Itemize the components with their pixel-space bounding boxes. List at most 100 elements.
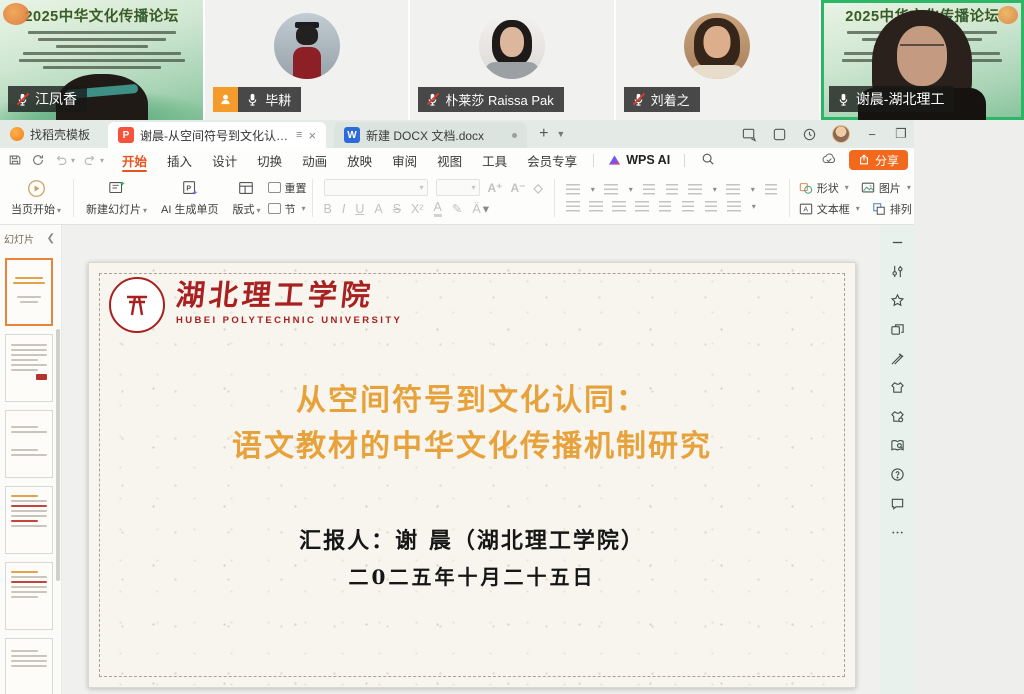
indent-left-icon[interactable] bbox=[682, 201, 694, 212]
shapes-button[interactable]: 形状▾ bbox=[799, 180, 849, 196]
comment-bubble-icon[interactable] bbox=[890, 496, 905, 511]
play-from-current-button[interactable]: 当页开始▾ bbox=[4, 179, 68, 217]
menu-home[interactable]: 开始 bbox=[112, 148, 157, 172]
collapse-panel-icon[interactable]: ❮ bbox=[47, 233, 55, 244]
new-tab-button[interactable]: + bbox=[539, 126, 548, 142]
tab-document[interactable]: W 新建 DOCX 文档.docx bbox=[334, 122, 527, 148]
dictionary-search-icon[interactable] bbox=[890, 438, 905, 453]
slide-thumbnail-1[interactable] bbox=[5, 258, 53, 326]
ai-generate-page-button[interactable]: P AI 生成单页 bbox=[154, 179, 225, 217]
layout-button[interactable]: 版式▾ bbox=[225, 179, 267, 217]
participant-tile-2[interactable]: 毕耕 bbox=[205, 0, 408, 120]
cloud-sync-icon[interactable] bbox=[821, 152, 837, 168]
text-direction-icon[interactable] bbox=[688, 184, 702, 195]
tab-close-icon[interactable]: × bbox=[308, 128, 316, 143]
undo-chevron-icon[interactable]: ▾ bbox=[71, 156, 75, 165]
increase-font-icon[interactable]: A⁺ bbox=[488, 181, 503, 195]
slide-thumbnail-4[interactable] bbox=[5, 486, 53, 554]
menu-tools[interactable]: 工具 bbox=[472, 148, 517, 172]
menu-insert[interactable]: 插入 bbox=[157, 148, 202, 172]
screenshot-icon[interactable] bbox=[742, 127, 757, 142]
wps-ai-button[interactable]: WPS AI bbox=[600, 153, 678, 167]
justify-icon[interactable] bbox=[635, 201, 649, 212]
tab-presentation[interactable]: P 谢晨-从空间符号到文化认同： ≡ × bbox=[108, 122, 326, 148]
columns-icon[interactable] bbox=[659, 201, 671, 212]
menu-view[interactable]: 视图 bbox=[427, 148, 472, 172]
properties-sliders-icon[interactable] bbox=[890, 264, 905, 279]
collapse-strip-icon[interactable] bbox=[890, 235, 905, 250]
strikethrough-button[interactable]: S bbox=[393, 202, 401, 216]
decrease-indent-icon[interactable] bbox=[643, 184, 655, 195]
char-shadow-button[interactable]: A bbox=[374, 202, 382, 216]
align-center-icon[interactable] bbox=[589, 201, 603, 212]
font-size-select[interactable] bbox=[436, 179, 480, 196]
slide-thumbnail-5[interactable] bbox=[5, 562, 53, 630]
slide-thumbnail-6[interactable] bbox=[5, 638, 53, 694]
align-left-icon[interactable] bbox=[566, 201, 580, 212]
layout-frame-icon[interactable] bbox=[772, 127, 787, 142]
slide-canvas[interactable]: 湖北理工学院 HUBEI POLYTECHNIC UNIVERSITY 从空间符… bbox=[62, 225, 880, 694]
underline-button[interactable]: U bbox=[355, 202, 364, 216]
clear-format-icon[interactable]: ◇ bbox=[534, 181, 543, 195]
phonetic-guide-button[interactable]: Ä▾ bbox=[472, 201, 489, 216]
convert-smartart-icon[interactable] bbox=[765, 184, 777, 195]
indent-right-icon[interactable] bbox=[705, 201, 717, 212]
distribute-icon[interactable] bbox=[727, 201, 741, 212]
undo-icon[interactable] bbox=[54, 153, 68, 167]
sync-icon[interactable] bbox=[31, 153, 45, 167]
university-seal-icon bbox=[109, 277, 165, 333]
slide-thumbnail-2[interactable] bbox=[5, 334, 53, 402]
italic-button[interactable]: I bbox=[342, 202, 345, 216]
favorites-star-icon[interactable] bbox=[890, 293, 905, 308]
search-icon[interactable] bbox=[701, 152, 715, 169]
poster-flower-decoration bbox=[3, 3, 29, 25]
new-slide-button[interactable]: 新建幻灯片▾ bbox=[79, 179, 154, 217]
thumbnail-scrollbar[interactable] bbox=[56, 329, 60, 581]
participant-tile-3[interactable]: 朴莱莎 Raissa Pak bbox=[410, 0, 613, 120]
menu-member[interactable]: 会员专享 bbox=[517, 148, 587, 172]
more-icon[interactable] bbox=[890, 525, 905, 540]
tab-list-chevron-icon[interactable]: ▼ bbox=[556, 129, 565, 139]
user-avatar[interactable] bbox=[832, 125, 850, 143]
numbered-list-icon[interactable] bbox=[604, 184, 618, 195]
bullet-list-icon[interactable] bbox=[566, 184, 580, 195]
window-restore-icon[interactable]: ❐ bbox=[894, 126, 908, 142]
tab-menu-icon[interactable]: ≡ bbox=[296, 129, 302, 141]
increase-indent-icon[interactable] bbox=[666, 184, 678, 195]
highlight-color-button[interactable]: ✎ bbox=[452, 201, 462, 216]
quickbar-chevron-icon[interactable]: ▾ bbox=[100, 156, 104, 165]
textbox-button[interactable]: A 文本框▾ bbox=[799, 201, 860, 217]
reset-button[interactable]: 重置 bbox=[268, 180, 307, 196]
shapes-panel-icon[interactable] bbox=[890, 322, 905, 337]
participant-name: 朴莱莎 Raissa Pak bbox=[445, 90, 553, 109]
theme-clothes-icon[interactable] bbox=[890, 380, 905, 395]
superscript-button[interactable]: X² bbox=[411, 202, 424, 216]
menu-slideshow[interactable]: 放映 bbox=[337, 148, 382, 172]
menu-transition[interactable]: 切换 bbox=[247, 148, 292, 172]
align-right-icon[interactable] bbox=[612, 201, 626, 212]
menu-review[interactable]: 审阅 bbox=[382, 148, 427, 172]
skin-clothes-icon[interactable] bbox=[890, 409, 905, 424]
menu-animation[interactable]: 动画 bbox=[292, 148, 337, 172]
material-brush-icon[interactable] bbox=[890, 351, 905, 366]
menu-design[interactable]: 设计 bbox=[202, 148, 247, 172]
participant-tile-5-active[interactable]: 2025中华文化传播论坛 谢晨-湖北理工 bbox=[821, 0, 1024, 120]
line-spacing-icon[interactable] bbox=[726, 184, 740, 195]
participant-tile-4[interactable]: 刘着之 bbox=[616, 0, 819, 120]
decrease-font-icon[interactable]: A⁻ bbox=[511, 181, 526, 195]
window-minimize-icon[interactable]: − bbox=[865, 127, 879, 142]
font-name-select[interactable] bbox=[324, 179, 428, 196]
history-clock-icon[interactable] bbox=[802, 127, 817, 142]
slide-thumbnail-3[interactable] bbox=[5, 410, 53, 478]
participant-tile-1[interactable]: 2025中华文化传播论坛 江凤香 bbox=[0, 0, 203, 120]
help-icon[interactable] bbox=[890, 467, 905, 482]
redo-icon[interactable] bbox=[83, 153, 97, 167]
save-icon[interactable] bbox=[8, 153, 22, 167]
slide[interactable]: 湖北理工学院 HUBEI POLYTECHNIC UNIVERSITY 从空间符… bbox=[88, 262, 856, 688]
bold-button[interactable]: B bbox=[324, 202, 332, 216]
docer-template-button[interactable]: 找稻壳模板 bbox=[0, 120, 108, 148]
font-color-button[interactable]: A bbox=[434, 200, 442, 217]
picture-button[interactable]: 图片▾ bbox=[861, 180, 911, 196]
share-button[interactable]: 分享 bbox=[849, 150, 908, 170]
section-button[interactable]: 节▾ bbox=[268, 201, 307, 217]
